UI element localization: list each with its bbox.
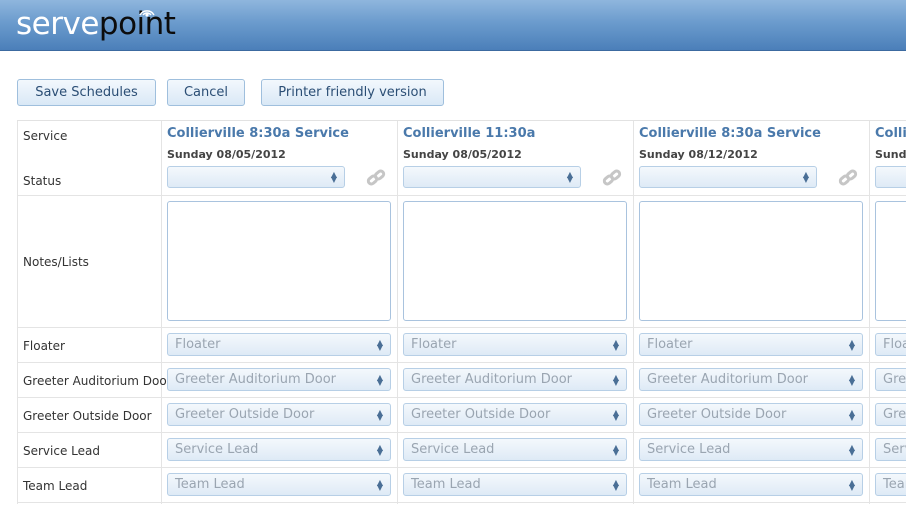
- row-label-service-lead: Service Lead: [23, 444, 100, 458]
- service-column: Collierville 11:30a Sunday 08/12/2012 ▲▼…: [869, 121, 906, 504]
- app-header: servepoint: [0, 0, 906, 51]
- notes-textarea[interactable]: [875, 201, 906, 321]
- service-date: Sunday 08/12/2012: [639, 148, 758, 161]
- team-lead-select[interactable]: Team Lead: [875, 473, 906, 496]
- row-label-greeter-outside: Greeter Outside Door: [23, 409, 152, 423]
- updown-arrow-icon: ▲ ▼: [376, 407, 383, 422]
- row-label-service: Service: [23, 129, 68, 143]
- service-lead-select[interactable]: Service Lead ▲ ▼: [167, 438, 391, 461]
- updown-arrow-icon: ▲ ▼: [848, 372, 855, 387]
- updown-arrow-icon: ▲ ▼: [802, 170, 809, 184]
- row-label-floater: Floater: [23, 339, 65, 353]
- greeter-auditorium-select[interactable]: Greeter Auditorium Door: [875, 368, 906, 391]
- updown-arrow-icon: ▲ ▼: [848, 442, 855, 457]
- row-label-team-lead: Team Lead: [23, 479, 88, 493]
- save-schedules-button[interactable]: Save Schedules: [17, 79, 156, 106]
- greeter-auditorium-select[interactable]: Greeter Auditorium Door ▲ ▼: [639, 368, 863, 391]
- service-lead-select[interactable]: Service Lead ▲ ▼: [639, 438, 863, 461]
- floater-select[interactable]: Floater: [875, 333, 906, 356]
- updown-arrow-icon: ▲ ▼: [848, 337, 855, 352]
- updown-arrow-icon: ▲ ▼: [376, 337, 383, 352]
- service-column: Collierville 11:30a Sunday 08/05/2012 ▲ ▼…: [397, 121, 627, 504]
- greeter-auditorium-select[interactable]: Greeter Auditorium Door ▲ ▼: [403, 368, 627, 391]
- notes-textarea[interactable]: [403, 201, 627, 321]
- service-title: Collierville 8:30a Service: [167, 126, 349, 141]
- printer-friendly-button[interactable]: Printer friendly version: [261, 79, 444, 106]
- service-date: Sunday 08/12/2012: [875, 148, 906, 161]
- notes-textarea[interactable]: [639, 201, 863, 321]
- signal-icon: [139, 10, 155, 17]
- notes-textarea[interactable]: [167, 201, 391, 321]
- updown-arrow-icon: ▲ ▼: [612, 372, 619, 387]
- service-column: Collierville 8:30a Service Sunday 08/05/…: [161, 121, 391, 504]
- row-label-status: Status: [23, 174, 62, 188]
- updown-arrow-icon: ▲ ▼: [376, 372, 383, 387]
- row-label-notes: Notes/Lists: [23, 255, 89, 269]
- updown-arrow-icon: ▲ ▼: [612, 477, 619, 492]
- col-divider: [17, 121, 18, 504]
- greeter-outside-select[interactable]: Greeter Outside Door ▲ ▼: [403, 403, 627, 426]
- status-select[interactable]: ▲▼: [875, 166, 906, 188]
- updown-arrow-icon: ▲ ▼: [376, 442, 383, 457]
- service-column: Collierville 8:30a Service Sunday 08/12/…: [633, 121, 863, 504]
- service-date: Sunday 08/05/2012: [167, 148, 286, 161]
- updown-arrow-icon: ▲ ▼: [330, 170, 337, 184]
- status-select[interactable]: ▲▼: [639, 166, 817, 188]
- updown-arrow-icon: ▲ ▼: [612, 442, 619, 457]
- status-select[interactable]: ▲▼: [167, 166, 345, 188]
- team-lead-select[interactable]: Team Lead ▲ ▼: [167, 473, 391, 496]
- row-label-greeter-auditorium: Greeter Auditorium Door: [23, 374, 172, 388]
- floater-select[interactable]: Floater ▲ ▼: [167, 333, 391, 356]
- status-select[interactable]: ▲▼: [403, 166, 581, 188]
- updown-arrow-icon: ▲ ▼: [848, 477, 855, 492]
- greeter-auditorium-select[interactable]: Greeter Auditorium Door ▲ ▼: [167, 368, 391, 391]
- service-lead-select[interactable]: Service Lead: [875, 438, 906, 461]
- team-lead-select[interactable]: Team Lead ▲ ▼: [639, 473, 863, 496]
- service-lead-select[interactable]: Service Lead ▲ ▼: [403, 438, 627, 461]
- updown-arrow-icon: ▲ ▼: [612, 337, 619, 352]
- updown-arrow-icon: ▲ ▼: [566, 170, 573, 184]
- greeter-outside-select[interactable]: Greeter Outside Door: [875, 403, 906, 426]
- schedule-grid: Service Status Notes/Lists Floater Greet…: [17, 120, 906, 504]
- service-title: Collierville 11:30a: [403, 126, 536, 141]
- cancel-button[interactable]: Cancel: [167, 79, 245, 106]
- link-chain-icon[interactable]: [365, 167, 387, 189]
- floater-select[interactable]: Floater ▲ ▼: [403, 333, 627, 356]
- greeter-outside-select[interactable]: Greeter Outside Door ▲ ▼: [639, 403, 863, 426]
- link-chain-icon[interactable]: [601, 167, 623, 189]
- service-title: Collierville 11:30a: [875, 126, 906, 141]
- greeter-outside-select[interactable]: Greeter Outside Door ▲ ▼: [167, 403, 391, 426]
- updown-arrow-icon: ▲ ▼: [612, 407, 619, 422]
- team-lead-select[interactable]: Team Lead ▲ ▼: [403, 473, 627, 496]
- service-title: Collierville 8:30a Service: [639, 126, 821, 141]
- updown-arrow-icon: ▲ ▼: [848, 407, 855, 422]
- service-date: Sunday 08/05/2012: [403, 148, 522, 161]
- link-chain-icon[interactable]: [837, 167, 859, 189]
- floater-select[interactable]: Floater ▲ ▼: [639, 333, 863, 356]
- updown-arrow-icon: ▲ ▼: [376, 477, 383, 492]
